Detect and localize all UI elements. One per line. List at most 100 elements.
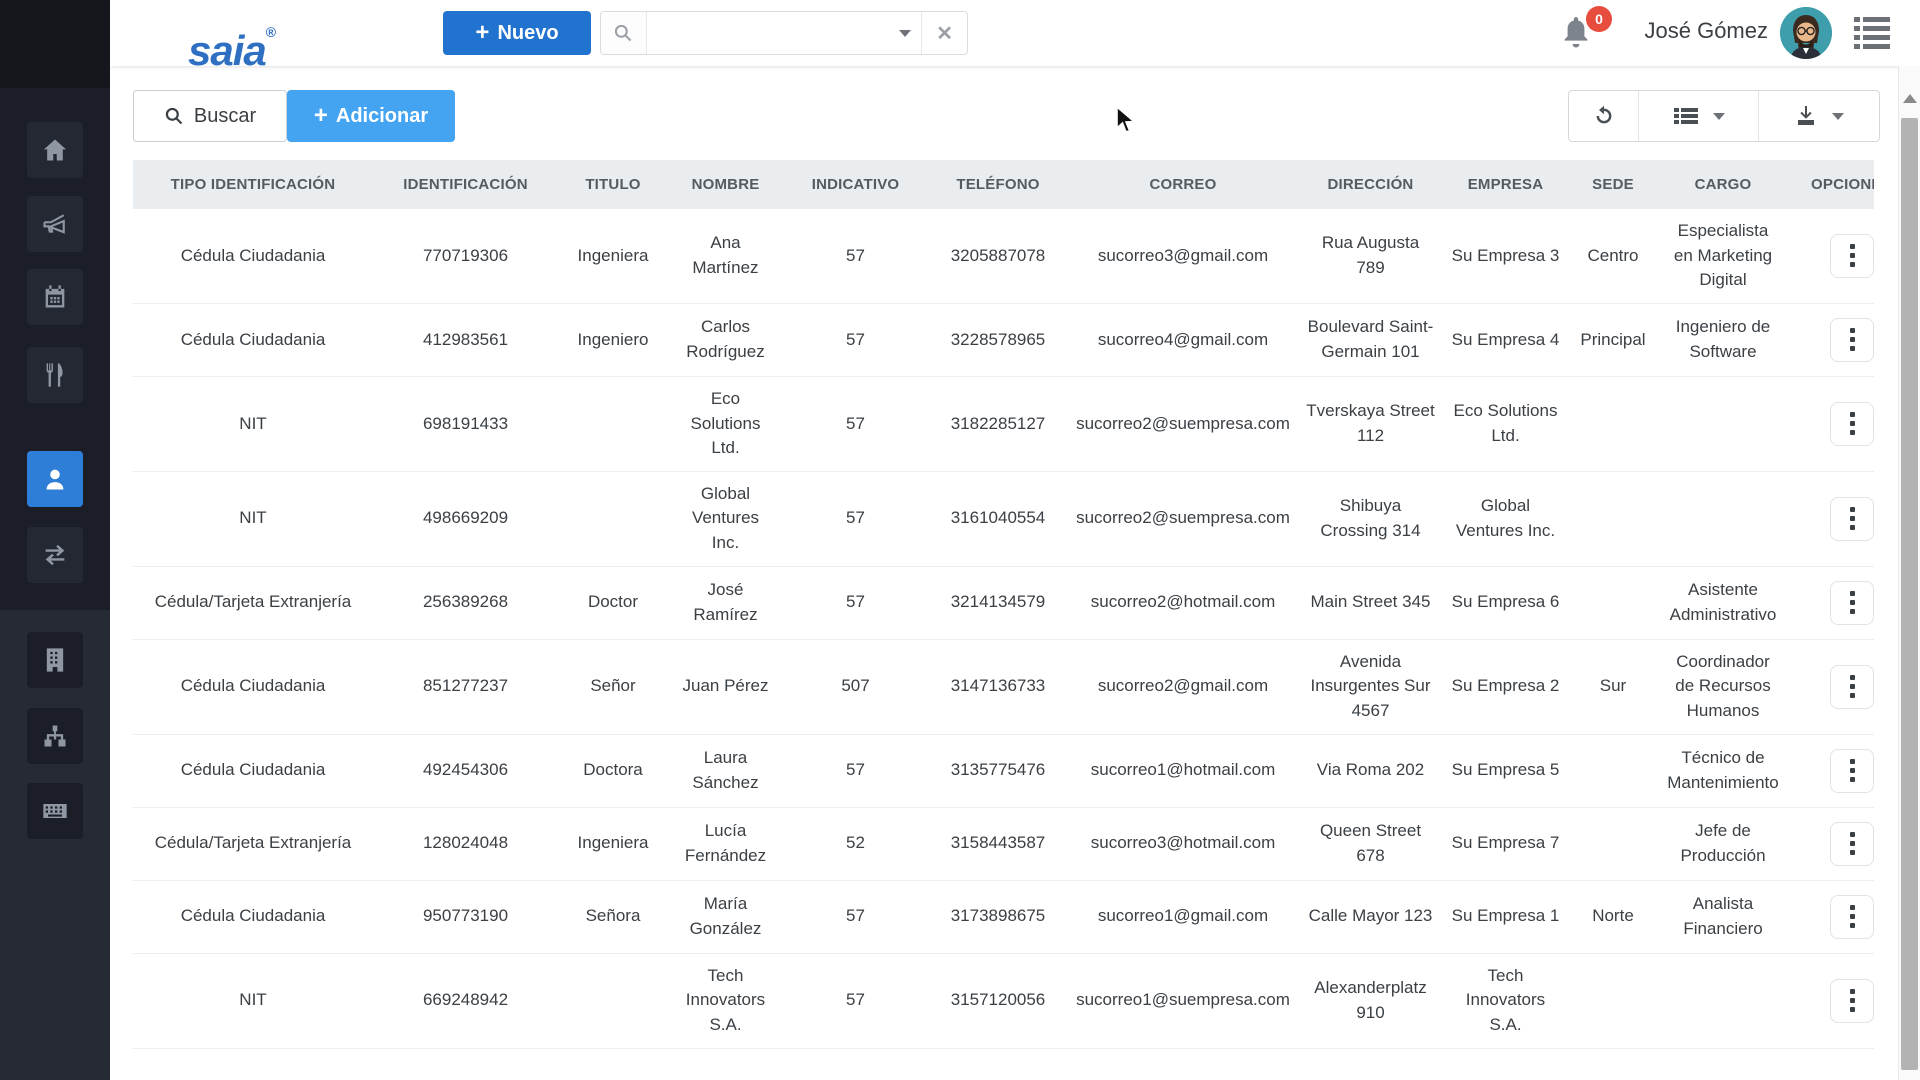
table-cell: Doctor — [587, 592, 639, 612]
table-cell: Juan Pérez — [682, 676, 769, 696]
row-options-button[interactable] — [1830, 664, 1874, 709]
search-input[interactable] — [646, 12, 888, 54]
buscar-button[interactable]: Buscar — [133, 90, 287, 142]
table-cell: Ana Martínez — [692, 233, 759, 277]
table-cell: NIT — [239, 990, 267, 1010]
sidebar-item-user[interactable] — [27, 451, 83, 507]
sidebar-item-exchange-arrows[interactable] — [27, 527, 83, 583]
table-cell: Global Ventures Inc. — [691, 483, 760, 553]
avatar-illustration — [1780, 7, 1832, 59]
vertical-scrollbar[interactable] — [1898, 66, 1920, 1080]
table-cell: Su Empresa 4 — [1451, 329, 1560, 349]
row-options-button[interactable] — [1830, 978, 1874, 1023]
table-cell: 57 — [846, 990, 865, 1010]
list-icon — [1673, 108, 1698, 124]
table-cell: 57 — [846, 245, 865, 265]
adicionar-button[interactable]: + Adicionar — [287, 90, 455, 142]
row-options-button[interactable] — [1830, 317, 1874, 362]
row-options-button[interactable] — [1830, 496, 1874, 541]
row-options-button[interactable] — [1830, 580, 1874, 625]
contacts-table: TIPO IDENTIFICACIÓN IDENTIFICACIÓN TITULO N… — [133, 160, 1874, 1049]
table-cell — [1658, 472, 1788, 566]
megaphone-icon — [41, 210, 69, 238]
table-row: Cédula Ciudadania 770719306 Ingeniera Ana M… — [133, 209, 1874, 304]
sidebar-item-keyboard[interactable] — [27, 783, 83, 839]
building-icon — [41, 646, 69, 674]
table-cell: 3205887078 — [950, 245, 1046, 265]
table-actions-group — [1568, 90, 1880, 142]
table-cell: 3147136733 — [950, 676, 1046, 696]
table-cell: sucorreo1@hotmail.com — [1090, 760, 1276, 780]
search-clear-button[interactable]: ✕ — [921, 12, 967, 54]
kebab-icon — [1849, 412, 1855, 418]
chevron-down-icon — [1832, 112, 1844, 120]
sidebar-item-utensils[interactable] — [27, 347, 83, 403]
table-cell: Analista Financiero — [1683, 894, 1763, 938]
row-options-button[interactable] — [1830, 401, 1874, 446]
table-cell: Via Roma 202 — [1316, 760, 1425, 780]
user-avatar[interactable] — [1780, 7, 1832, 59]
table-cell: María González — [689, 894, 762, 938]
column-header: EMPRESA — [1467, 176, 1544, 193]
table-cell: Cédula Ciudadania — [180, 676, 326, 696]
column-header: NOMBRE — [691, 176, 760, 193]
download-icon — [1798, 106, 1814, 125]
sidebar-item-megaphone[interactable] — [27, 196, 83, 252]
sidebar-top-block — [0, 0, 110, 88]
apps-list-icon[interactable] — [1852, 14, 1892, 52]
nuevo-button[interactable]: + Nuevo — [443, 11, 591, 55]
user-name[interactable]: José Gómez — [1645, 18, 1769, 44]
kebab-icon — [1849, 989, 1855, 995]
table-cell: 669248942 — [422, 990, 509, 1010]
columns-view-button[interactable] — [1639, 91, 1759, 141]
table-cell: Tverskaya Street 112 — [1306, 401, 1435, 445]
table-cell-options — [1788, 954, 1874, 1048]
table-cell: Avenida Insurgentes Sur 4567 — [1310, 651, 1431, 721]
table-cell: Cédula/Tarjeta Extranjería — [154, 833, 352, 853]
sidebar-item-home[interactable] — [27, 122, 83, 178]
table-cell: Lucía Fernández — [684, 821, 767, 865]
table-cell: Su Empresa 1 — [1451, 906, 1560, 926]
table-cell: Cédula Ciudadania — [180, 760, 326, 780]
table-cell-options — [1788, 209, 1874, 303]
table-cell — [1658, 377, 1788, 471]
table-cell — [1568, 735, 1658, 807]
row-options-button[interactable] — [1830, 894, 1874, 939]
registered-mark: ® — [265, 24, 276, 40]
refresh-button[interactable] — [1569, 91, 1639, 141]
table-cell: 3214134579 — [950, 592, 1046, 612]
column-header: IDENTIFICACIÓN — [403, 176, 528, 193]
row-options-button[interactable] — [1830, 233, 1874, 278]
table-cell: 412983561 — [422, 329, 509, 349]
column-header: SEDE — [1592, 176, 1634, 193]
table-cell: 507 — [841, 676, 870, 696]
row-options-button[interactable] — [1830, 821, 1874, 866]
column-header: TITULO — [585, 176, 641, 193]
download-button[interactable] — [1759, 91, 1879, 141]
notifications-button[interactable]: 0 — [1558, 6, 1612, 56]
table-row: Cédula Ciudadania 950773190 Señora María Go… — [133, 880, 1874, 954]
table-cell: NIT — [239, 413, 267, 433]
scrollbar-thumb[interactable] — [1901, 118, 1918, 1070]
table-cell: sucorreo4@gmail.com — [1097, 329, 1269, 349]
table-row: NIT 669248942 Tech Innovators S.A. 57 315712… — [133, 953, 1874, 1049]
table-cell: Ingeniera — [577, 245, 649, 265]
sidebar-item-calendar[interactable] — [27, 269, 83, 325]
table-cell: 3157120056 — [950, 990, 1046, 1010]
search-dropdown-caret[interactable] — [888, 12, 922, 54]
calendar-icon — [41, 283, 69, 311]
table-cell: 57 — [846, 508, 865, 528]
row-options-button[interactable] — [1830, 748, 1874, 793]
table-cell — [1568, 954, 1658, 1048]
table-cell: sucorreo2@suempresa.com — [1076, 413, 1290, 433]
sidebar-item-building[interactable] — [27, 632, 83, 688]
table-cell: Principal — [1580, 329, 1646, 349]
table-cell: 698191433 — [422, 413, 509, 433]
sidebar-item-sitemap[interactable] — [27, 708, 83, 764]
table-row: Cédula/Tarjeta Extranjería 128024048 Ingen… — [133, 807, 1874, 881]
scroll-up-arrow[interactable] — [1903, 94, 1917, 103]
table-cell: Eco Solutions Ltd. — [1453, 401, 1558, 445]
table-cell: sucorreo2@suempresa.com — [1076, 508, 1290, 528]
kebab-icon — [1849, 832, 1855, 838]
table-cell-options — [1788, 304, 1874, 376]
